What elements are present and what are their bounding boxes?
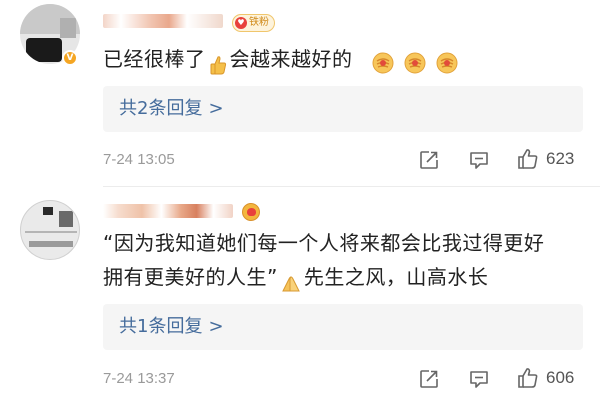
view-replies-link[interactable]: 共1条回复 > xyxy=(119,304,224,350)
fist-emoji xyxy=(435,50,459,73)
comment-text: “因为我知道她们每一个人将来都会比我过得更好 拥有更美好的人生” 先生之风，山高水… xyxy=(103,226,544,294)
comment-item: “因为我知道她们每一个人将来都会比我过得更好 拥有更美好的人生” 先生之风，山高水… xyxy=(0,200,600,408)
avatar[interactable] xyxy=(20,200,80,260)
comment-text-part: 拥有更美好的人生” xyxy=(103,265,278,289)
thumbs-up-emoji xyxy=(209,51,227,74)
fist-emoji xyxy=(403,50,427,73)
comment-button[interactable] xyxy=(468,368,490,390)
username[interactable] xyxy=(103,14,223,28)
fan-badge-label: 铁粉 xyxy=(249,17,269,28)
like-button[interactable]: 623 xyxy=(516,147,574,171)
comment-text-line: 拥有更美好的人生” 先生之风，山高水长 xyxy=(103,260,544,294)
like-icon xyxy=(518,149,538,169)
reply-box[interactable]: 共2条回复 > xyxy=(103,86,583,132)
comment-text-part: 会越来越好的 xyxy=(229,47,353,71)
comment-text: 已经很棒了 会越来越好的 xyxy=(103,42,463,76)
comment-text-part: 先生之风，山高水长 xyxy=(303,265,489,289)
reply-link-label: 共2条回复 xyxy=(119,98,203,119)
praying-hands-emoji xyxy=(280,269,302,291)
fan-badge: ♥ 铁粉 xyxy=(232,14,275,32)
share-icon xyxy=(420,151,438,169)
comment-text-part: 已经很棒了 xyxy=(103,47,206,71)
fan-heart-icon: ♥ xyxy=(235,17,247,29)
comment-time: 7-24 13:37 xyxy=(103,370,175,387)
user-badge-icon xyxy=(242,203,260,221)
comment-time: 7-24 13:05 xyxy=(103,151,175,168)
like-button[interactable]: 606 xyxy=(516,366,574,390)
comment-icon xyxy=(470,152,488,169)
share-button[interactable] xyxy=(418,368,440,390)
chevron-right-icon: > xyxy=(208,98,224,119)
chevron-right-icon: > xyxy=(208,316,224,337)
like-icon xyxy=(518,368,538,388)
reply-box[interactable]: 共1条回复 > xyxy=(103,304,583,350)
reply-link-label: 共1条回复 xyxy=(119,316,203,337)
like-count: 606 xyxy=(546,368,575,387)
username[interactable] xyxy=(103,204,233,218)
divider xyxy=(103,186,600,187)
comment-text-line: “因为我知道她们每一个人将来都会比我过得更好 xyxy=(103,231,545,255)
share-icon xyxy=(420,370,438,388)
verified-badge-icon: V xyxy=(62,50,78,66)
view-replies-link[interactable]: 共2条回复 > xyxy=(119,86,224,132)
comment-item: V ♥ 铁粉 已经很棒了 会越来越好的 共2条回复 > 7-24 13:05 623 xyxy=(0,0,600,200)
like-count: 623 xyxy=(546,149,575,168)
fist-emoji xyxy=(371,50,395,73)
comment-button[interactable] xyxy=(468,149,490,171)
share-button[interactable] xyxy=(418,149,440,171)
comment-icon xyxy=(470,371,488,388)
